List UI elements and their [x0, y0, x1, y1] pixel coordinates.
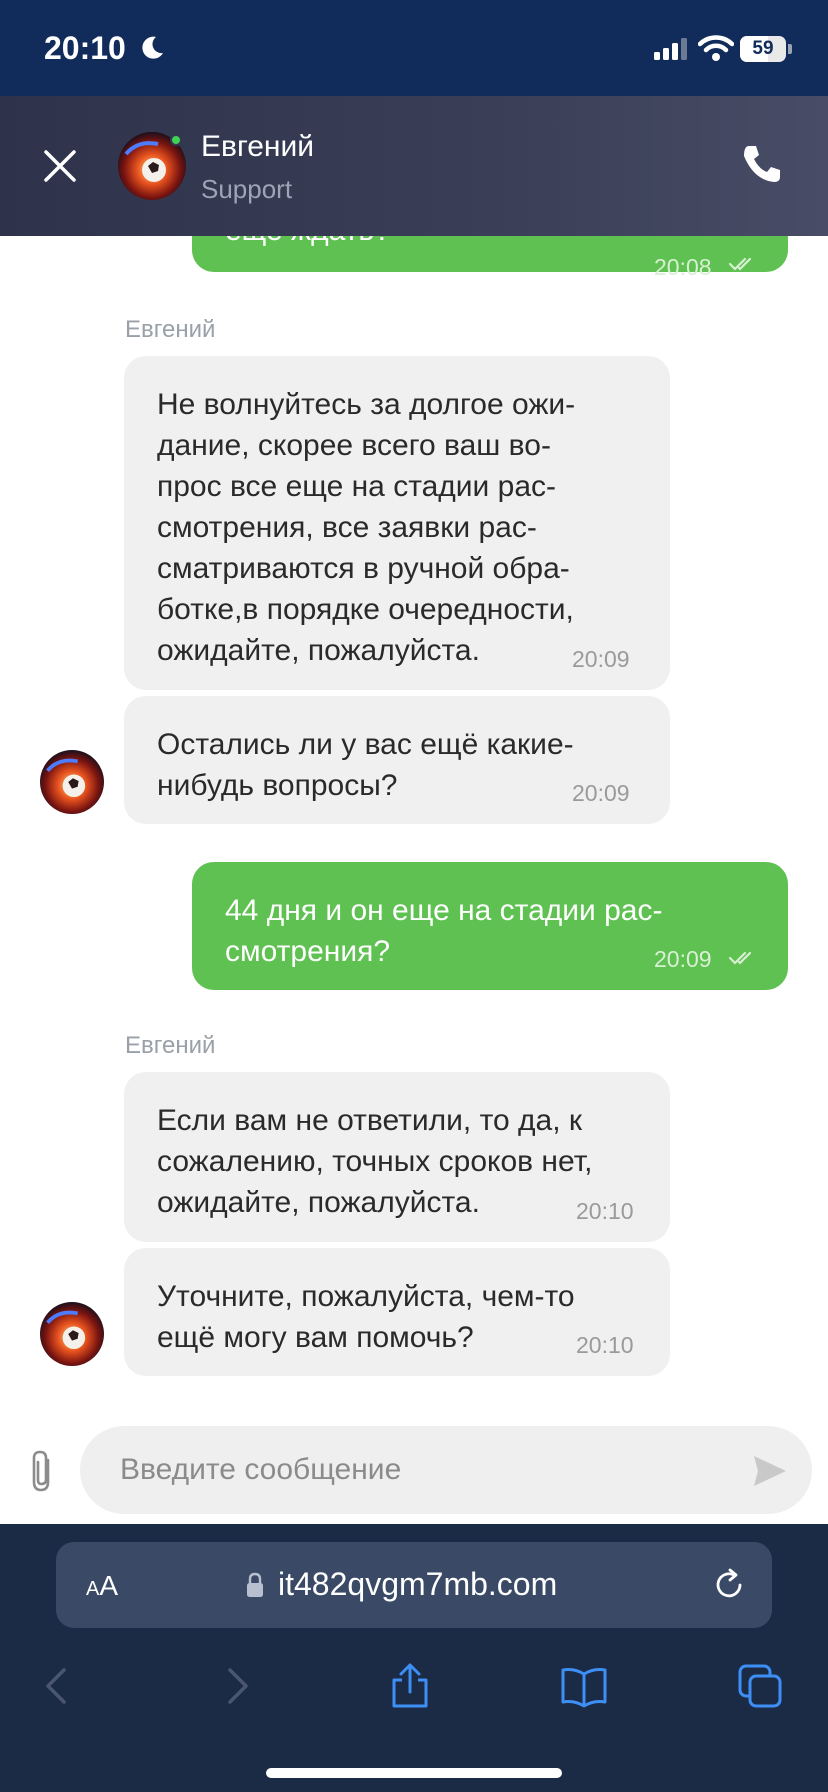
message-time: 20:10 — [576, 1332, 634, 1358]
message-incoming: Не волнуйтесь за долгое ожи- дание, скор… — [124, 356, 670, 690]
agent-avatar — [40, 1302, 104, 1366]
message-text: Остались ли у вас ещё какие- нибудь вопр… — [157, 728, 574, 802]
message-time: 20:10 — [576, 1198, 634, 1224]
chat-header: Евгений Support — [0, 96, 828, 236]
message-outgoing: еще ждать? 20:08 — [192, 236, 788, 280]
read-receipt-icon — [728, 257, 752, 271]
tabs-icon[interactable] — [736, 1662, 784, 1710]
sender-name: Евгений — [125, 316, 216, 343]
wifi-icon — [698, 35, 734, 61]
agent-name: Евгений — [201, 130, 314, 163]
message-incoming: Если вам не ответили, то да, к сожалению… — [124, 1072, 670, 1242]
message-outgoing: 44 дня и он еще на стадии рас- смотрения… — [192, 862, 788, 990]
forward-icon[interactable] — [212, 1662, 260, 1710]
agent-avatar — [40, 750, 104, 814]
message-incoming: Остались ли у вас ещё какие- нибудь вопр… — [124, 696, 670, 824]
message-time: 20:09 — [572, 646, 630, 672]
message-composer — [0, 1406, 828, 1524]
message-text: Уточните, пожалуйста, чем-то ещё могу ва… — [157, 1280, 575, 1354]
message-text: Не волнуйтесь за долгое ожи- дание, скор… — [157, 388, 576, 667]
sender-name: Евгений — [125, 1032, 216, 1059]
bookmarks-icon[interactable] — [560, 1662, 608, 1710]
cellular-signal-icon — [654, 38, 687, 60]
attach-icon[interactable] — [28, 1448, 58, 1494]
message-text: Если вам не ответили, то да, к сожалению… — [157, 1104, 593, 1219]
message-input[interactable] — [80, 1426, 812, 1514]
battery-level-text: 59 — [752, 38, 774, 59]
address-bar[interactable]: AA it482qvgm7mb.com — [56, 1542, 772, 1628]
message-time: 20:08 — [654, 254, 712, 280]
online-status-dot — [170, 134, 182, 146]
moon-icon — [142, 36, 163, 59]
reader-settings-button[interactable]: AA — [86, 1570, 118, 1602]
reload-icon[interactable] — [710, 1566, 748, 1604]
battery-indicator: 59 — [740, 36, 792, 62]
message-time: 20:09 — [572, 780, 630, 806]
browser-toolbar: AA it482qvgm7mb.com — [0, 1524, 828, 1792]
status-bar: 20:10 59 — [0, 0, 828, 96]
status-time: 20:10 — [44, 30, 126, 66]
back-icon[interactable] — [34, 1662, 82, 1710]
phone-icon[interactable] — [740, 142, 784, 186]
lock-icon — [247, 1572, 263, 1597]
agent-role: Support — [201, 174, 293, 204]
message-text: еще ждать? — [225, 236, 391, 251]
close-icon[interactable] — [40, 146, 80, 186]
message-list[interactable]: еще ждать? 20:08 Евгений Не волнуйтесь з… — [0, 236, 828, 1426]
url-text: it482qvgm7mb.com — [278, 1566, 558, 1602]
message-incoming: Уточните, пожалуйста, чем-то ещё могу ва… — [124, 1248, 670, 1376]
read-receipt-icon — [728, 951, 752, 965]
message-time: 20:09 — [654, 946, 712, 972]
send-icon[interactable] — [752, 1454, 788, 1488]
message-text: 44 дня и он еще на стадии рас- смотрения… — [225, 894, 663, 968]
share-icon[interactable] — [386, 1662, 434, 1710]
home-indicator — [266, 1768, 562, 1778]
